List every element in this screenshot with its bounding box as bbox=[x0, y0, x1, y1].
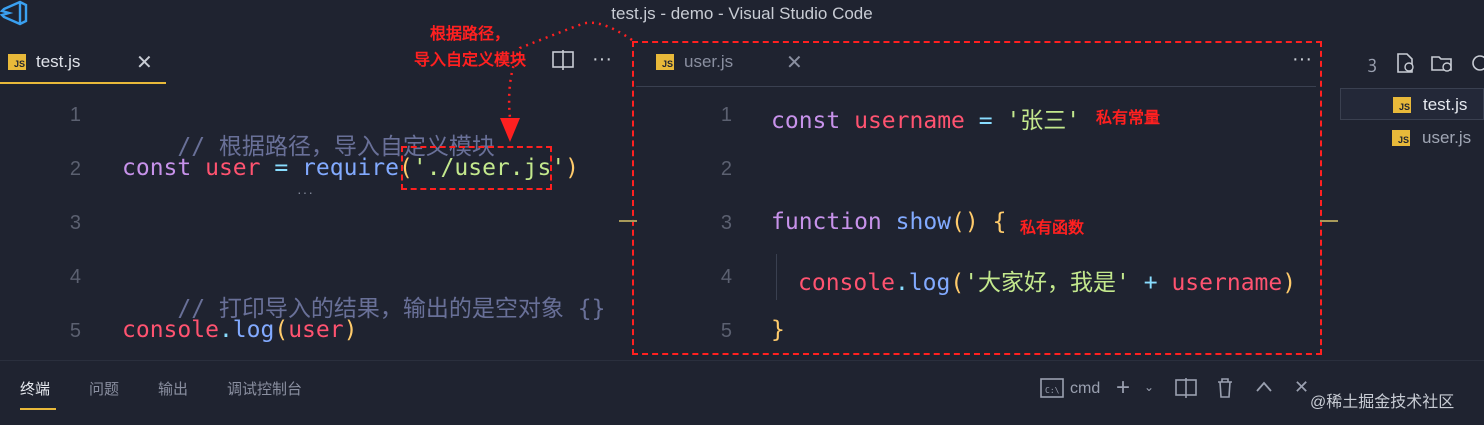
line-number: 5 bbox=[720, 320, 732, 342]
js-file-icon: JS bbox=[1393, 97, 1411, 113]
panel-tab-terminal[interactable]: 终端 bbox=[20, 378, 50, 399]
sash-marker[interactable] bbox=[619, 220, 637, 222]
chevron-down-icon[interactable]: ⌄ bbox=[1144, 380, 1154, 394]
terminal-icon: C:\ bbox=[1040, 378, 1064, 398]
user-js-highlight-box bbox=[632, 41, 1322, 355]
code-line-5: } bbox=[771, 317, 785, 343]
line-number: 4 bbox=[69, 266, 81, 288]
explorer-item-user-js[interactable]: JS user.js bbox=[1340, 122, 1484, 154]
explorer-item-label: test.js bbox=[1423, 95, 1468, 114]
window-title: test.js - demo - Visual Studio Code bbox=[611, 4, 873, 23]
trash-icon[interactable] bbox=[1216, 377, 1234, 399]
sash-marker[interactable] bbox=[1320, 220, 1338, 222]
split-terminal-icon[interactable] bbox=[1175, 378, 1197, 398]
active-tab-indicator bbox=[20, 408, 56, 410]
line-number: 1 bbox=[69, 104, 81, 126]
annotation-private-const: 私有常量 bbox=[1096, 110, 1161, 127]
explorer-item-label: user.js bbox=[1422, 128, 1472, 147]
line-number: 4 bbox=[720, 266, 732, 288]
panel-tab-output[interactable]: 输出 bbox=[158, 378, 188, 399]
annotation-arrow bbox=[500, 21, 633, 142]
panel-tab-debug-console[interactable]: 调试控制台 bbox=[227, 378, 302, 399]
line-number: 2 bbox=[69, 158, 81, 180]
annotation-private-func: 私有函数 bbox=[1020, 220, 1085, 237]
line-number: 3 bbox=[69, 212, 81, 234]
code-line-5: console.log(user) bbox=[122, 317, 358, 343]
close-tab-icon[interactable]: ✕ bbox=[136, 50, 153, 75]
tab-label: test.js bbox=[36, 52, 81, 71]
new-folder-icon[interactable] bbox=[1430, 52, 1454, 74]
ellipsis-hint: ··· bbox=[297, 184, 314, 200]
path-highlight-box bbox=[401, 146, 552, 190]
close-panel-icon[interactable]: ✕ bbox=[1294, 377, 1309, 398]
code-line-4: console.log('大家好，我是' + username) bbox=[798, 270, 1297, 296]
code-line-3: function show() { bbox=[771, 209, 1007, 235]
panel-tab-problems[interactable]: 问题 bbox=[89, 378, 119, 399]
collapse-icon[interactable]: ꝫ bbox=[1368, 50, 1377, 73]
indent-guide bbox=[776, 254, 777, 300]
watermark: @稀土掘金技术社区 bbox=[1310, 394, 1455, 411]
js-file-icon: JS bbox=[1392, 130, 1410, 146]
line-number: 2 bbox=[720, 158, 732, 180]
line-number: 1 bbox=[720, 104, 732, 126]
title-bar: test.js - demo - Visual Studio Code bbox=[0, 0, 1484, 28]
chevron-up-icon[interactable] bbox=[1255, 380, 1273, 394]
new-file-icon[interactable] bbox=[1394, 52, 1416, 74]
svg-text:C:\: C:\ bbox=[1045, 386, 1060, 395]
tab-test-js[interactable]: JS test.js ✕ bbox=[0, 42, 166, 84]
refresh-icon[interactable] bbox=[1468, 52, 1484, 74]
explorer-item-test-js[interactable]: JS test.js bbox=[1340, 88, 1484, 120]
line-number: 5 bbox=[69, 320, 81, 342]
add-terminal-icon[interactable]: + bbox=[1116, 374, 1130, 402]
code-line-1: const username = '张三' bbox=[771, 108, 1081, 134]
terminal-shell-label[interactable]: cmd bbox=[1070, 380, 1100, 398]
line-number: 3 bbox=[720, 212, 732, 234]
js-file-icon: JS bbox=[8, 54, 26, 70]
